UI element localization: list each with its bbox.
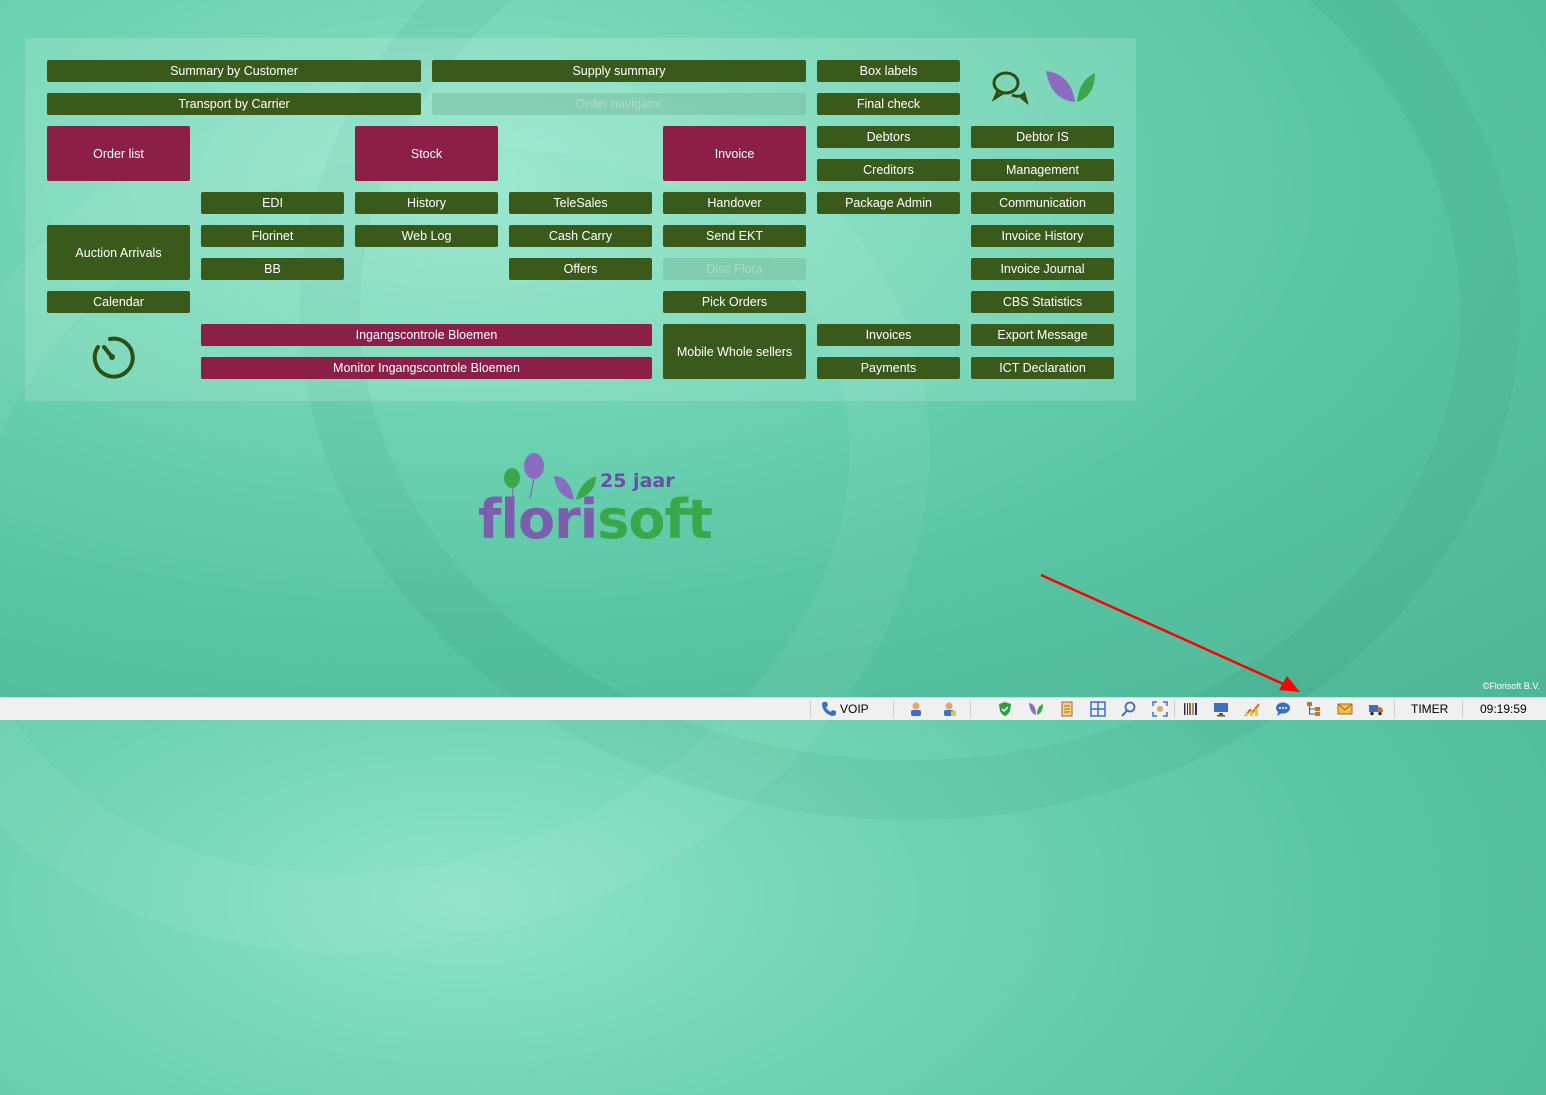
web-log-button[interactable]: Web Log xyxy=(355,225,498,247)
florinet-button[interactable]: Florinet xyxy=(201,225,344,247)
export-message-button[interactable]: Export Message xyxy=(971,324,1114,346)
disc-flora-button: Disc Flora xyxy=(663,258,806,280)
ingangscontrole-bloemen-button[interactable]: Ingangscontrole Bloemen xyxy=(201,324,652,346)
logo-brand-part1: flori xyxy=(478,488,598,551)
invoice-button[interactable]: Invoice xyxy=(663,126,806,181)
scan-icon[interactable] xyxy=(1152,701,1168,717)
separator xyxy=(810,700,811,718)
voip-label: VOIP xyxy=(840,702,869,716)
monitor-icon[interactable] xyxy=(1213,701,1229,717)
stock-button[interactable]: Stock xyxy=(355,126,498,181)
florisoft-leaf-icon xyxy=(1046,71,1095,102)
tree-icon[interactable] xyxy=(1306,701,1322,717)
clock-display: 09:19:59 xyxy=(1480,702,1527,716)
history-button[interactable]: History xyxy=(355,192,498,214)
edi-button[interactable]: EDI xyxy=(201,192,344,214)
order-list-button[interactable]: Order list xyxy=(47,126,190,181)
voip-button[interactable]: VOIP xyxy=(821,698,869,720)
debtors-button[interactable]: Debtors xyxy=(817,126,960,148)
offers-button[interactable]: Offers xyxy=(509,258,652,280)
payments-button[interactable]: Payments xyxy=(817,357,960,379)
timer-button[interactable]: TIMER xyxy=(1411,698,1448,720)
transport-by-carrier-button[interactable]: Transport by Carrier xyxy=(47,93,421,115)
florisoft-leaf-icon[interactable] xyxy=(1028,701,1044,717)
communication-button[interactable]: Communication xyxy=(971,192,1114,214)
phone-icon xyxy=(822,702,836,716)
bb-button[interactable]: BB xyxy=(201,258,344,280)
grid-icon[interactable] xyxy=(1090,701,1106,717)
supply-summary-button[interactable]: Supply summary xyxy=(432,60,806,82)
debtor-is-button[interactable]: Debtor IS xyxy=(971,126,1114,148)
package-admin-button[interactable]: Package Admin xyxy=(817,192,960,214)
shield-icon[interactable] xyxy=(997,701,1013,717)
box-labels-button[interactable]: Box labels xyxy=(817,60,960,82)
send-ekt-button[interactable]: Send EKT xyxy=(663,225,806,247)
barcode-icon[interactable] xyxy=(1183,701,1199,717)
calendar-button[interactable]: Calendar xyxy=(47,291,190,313)
mobile-whole-sellers-button[interactable]: Mobile Whole sellers xyxy=(663,324,806,379)
final-check-button[interactable]: Final check xyxy=(817,93,960,115)
telesales-button[interactable]: TeleSales xyxy=(509,192,652,214)
pick-orders-button[interactable]: Pick Orders xyxy=(663,291,806,313)
cash-carry-button[interactable]: Cash Carry xyxy=(509,225,652,247)
logo-wordmark: florisoft xyxy=(478,488,713,551)
truck-icon[interactable] xyxy=(1368,701,1384,717)
florisoft-logo: 25 jaar florisoft xyxy=(478,450,713,551)
user-icon[interactable] xyxy=(908,701,924,717)
summary-by-customer-button[interactable]: Summary by Customer xyxy=(47,60,421,82)
cbs-statistics-button[interactable]: CBS Statistics xyxy=(971,291,1114,313)
invoice-journal-button[interactable]: Invoice Journal xyxy=(971,258,1114,280)
stopwatch-icon[interactable] xyxy=(88,333,138,381)
copyright-text: ©Florisoft B.V. xyxy=(1482,681,1540,691)
logo-brand-part2: soft xyxy=(597,488,713,551)
separator xyxy=(1394,700,1395,718)
auction-arrivals-button[interactable]: Auction Arrivals xyxy=(47,225,190,280)
document-icon[interactable] xyxy=(1059,701,1075,717)
handover-button[interactable]: Handover xyxy=(663,192,806,214)
search-icon[interactable] xyxy=(1121,701,1137,717)
separator xyxy=(1174,700,1175,718)
user-admin-icon[interactable] xyxy=(941,701,957,717)
chart-icon[interactable] xyxy=(1244,701,1260,717)
monitor-ingangscontrole-bloemen-button[interactable]: Monitor Ingangscontrole Bloemen xyxy=(201,357,652,379)
separator xyxy=(1462,700,1463,718)
management-button[interactable]: Management xyxy=(971,159,1114,181)
annotation-arrow xyxy=(1040,573,1300,692)
chat-icon[interactable] xyxy=(1275,701,1291,717)
ict-declaration-button[interactable]: ICT Declaration xyxy=(971,357,1114,379)
separator xyxy=(893,700,894,718)
chat-bubbles-icon[interactable] xyxy=(990,68,1030,106)
creditors-button[interactable]: Creditors xyxy=(817,159,960,181)
order-navigator-button: Order navigator xyxy=(432,93,806,115)
status-bar: VOIP TIMER 09:19:59 xyxy=(0,697,1546,720)
mail-icon[interactable] xyxy=(1337,701,1353,717)
invoices-button[interactable]: Invoices xyxy=(817,324,960,346)
invoice-history-button[interactable]: Invoice History xyxy=(971,225,1114,247)
separator xyxy=(970,700,971,718)
